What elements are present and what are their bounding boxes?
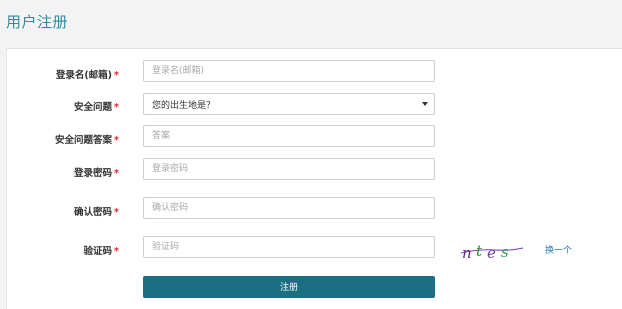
username-label: 登录名(邮箱) *	[55, 70, 119, 81]
captcha-input[interactable]	[143, 236, 435, 258]
username-input[interactable]	[143, 60, 435, 82]
svg-text:n: n	[462, 244, 472, 262]
registration-form: 登录名(邮箱)* 安全问题* 您的出生地是？ 安全问题答案* 登录密码* 确认密…	[6, 48, 622, 309]
register-button[interactable]: 注册	[143, 276, 435, 298]
svg-text:s: s	[501, 243, 509, 261]
password-label: 登录密码 *	[74, 168, 119, 179]
confirm-password-label: 确认密码 *	[74, 207, 119, 218]
captcha-image[interactable]: n t e s	[459, 237, 525, 263]
required-mark: *	[114, 246, 119, 257]
security-question-label: 安全问题 *	[74, 102, 119, 113]
password-input[interactable]	[143, 158, 435, 180]
required-mark: *	[114, 102, 119, 113]
security-answer-input[interactable]	[143, 125, 435, 147]
security-answer-label: 安全问题答案 *	[55, 135, 119, 146]
required-mark: *	[114, 70, 119, 81]
required-mark: *	[114, 168, 119, 179]
refresh-captcha-link[interactable]: 换一个	[545, 243, 572, 256]
svg-text:t: t	[476, 242, 483, 260]
captcha-label: 验证码 *	[83, 246, 119, 257]
page-title: 用户注册	[6, 13, 69, 31]
confirm-password-input[interactable]	[143, 197, 435, 219]
required-mark: *	[114, 135, 119, 146]
dropdown-arrow-icon	[422, 102, 428, 106]
security-question-select[interactable]: 您的出生地是？	[143, 93, 435, 115]
required-mark: *	[114, 207, 119, 218]
svg-text:e: e	[487, 244, 496, 262]
security-question-value: 您的出生地是？	[152, 100, 216, 111]
